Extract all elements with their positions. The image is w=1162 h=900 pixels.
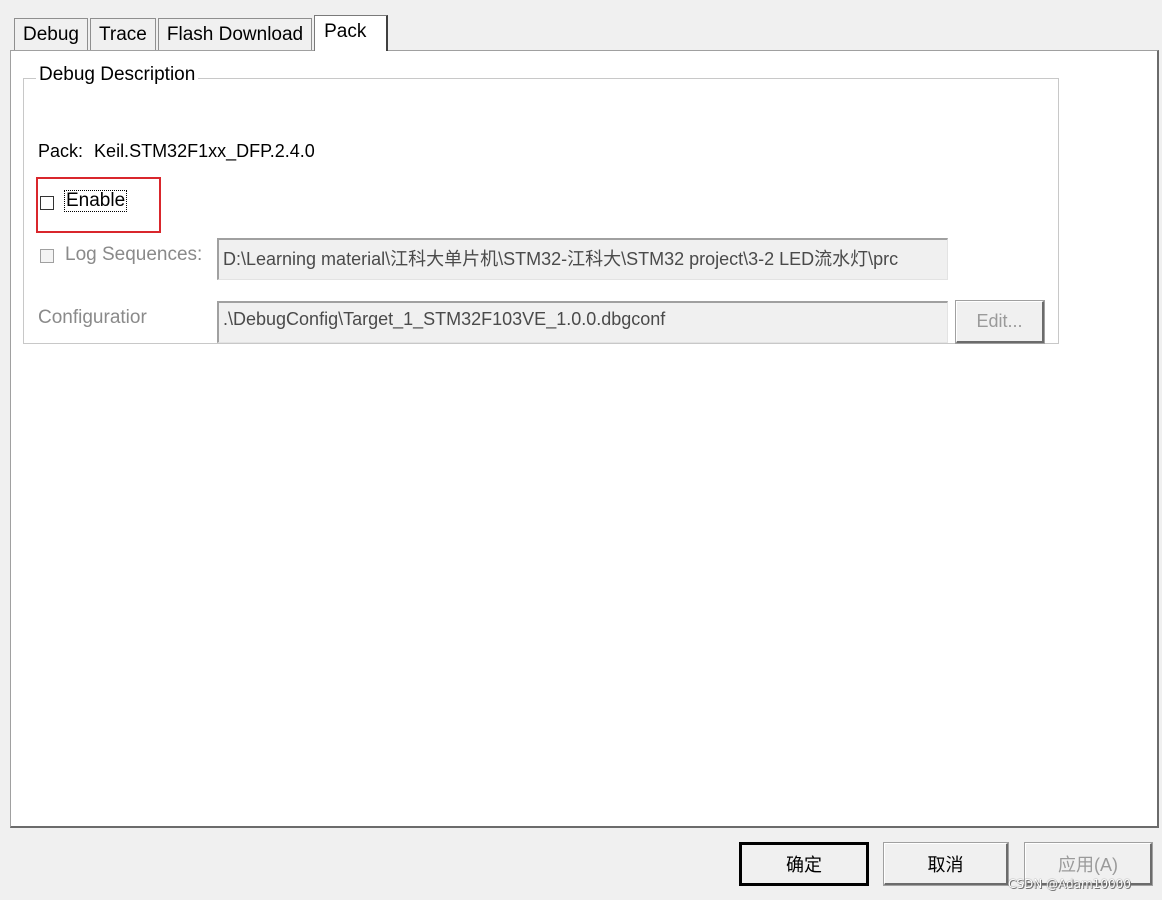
tab-trace[interactable]: Trace [90,18,156,50]
enable-label[interactable]: Enable [64,190,128,212]
log-sequences-label: Log Sequences: [65,244,203,265]
ok-button[interactable]: 确定 [739,842,869,886]
enable-checkbox[interactable] [40,196,54,210]
tab-debug[interactable]: Debug [14,18,88,50]
tab-panel-pack: Debug Description Pack: Keil.STM32F1xx_D… [10,50,1159,828]
pack-info: Pack: Keil.STM32F1xx_DFP.2.4.0 [38,141,315,162]
configuration-path-field[interactable]: .\DebugConfig\Target_1_STM32F103VE_1.0.0… [217,301,948,343]
watermark-text: CSDN @Adam10000 [1008,877,1131,891]
tab-pack[interactable]: Pack [314,15,389,51]
cancel-button[interactable]: 取消 [883,842,1009,886]
log-sequences-path-field[interactable]: D:\Learning material\江科大单片机\STM32-江科大\ST… [217,238,948,280]
debug-description-group: Debug Description Pack: Keil.STM32F1xx_D… [23,64,1059,344]
pack-value: Keil.STM32F1xx_DFP.2.4.0 [94,141,315,161]
tab-flash-download[interactable]: Flash Download [157,18,313,50]
pack-label: Pack: [38,141,84,161]
tab-strip: Debug Trace Flash Download Pack [14,15,390,51]
edit-button[interactable]: Edit... [955,300,1045,344]
log-sequences-checkbox[interactable] [40,249,54,263]
group-title: Debug Description [36,64,199,86]
configuration-label: Configuratior [38,307,147,328]
